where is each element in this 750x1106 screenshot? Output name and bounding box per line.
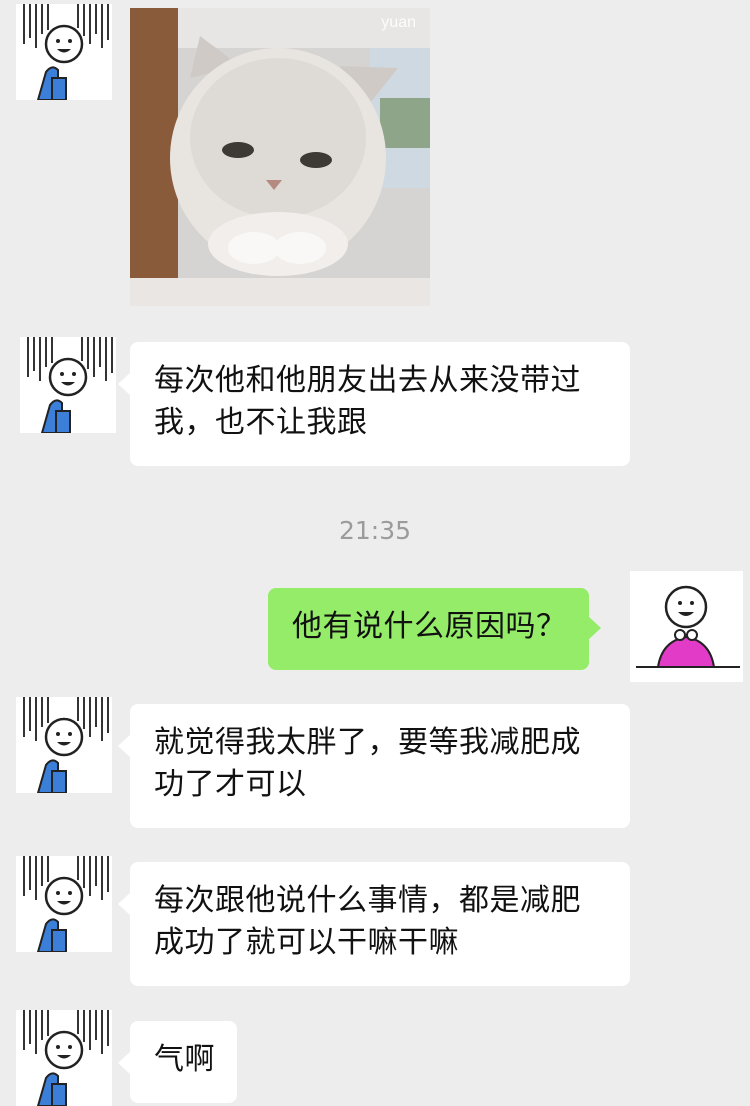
photo-watermark: yuan [381, 14, 416, 31]
stick-figure-avatar-icon [23, 4, 109, 100]
message-timestamp: 21:35 [338, 516, 412, 545]
message-bubble[interactable]: 每次他和他朋友出去从来没带过我，也不让我跟 [118, 342, 630, 466]
message-bubble[interactable]: 每次跟他说什么事情，都是减肥成功了就可以干嘛干嘛 [118, 862, 630, 986]
message-bubble[interactable]: 气啊 [118, 1021, 237, 1103]
contact-avatar[interactable] [16, 856, 112, 952]
stick-figure-avatar-icon [23, 856, 109, 952]
stick-figure-avatar-icon [23, 1010, 109, 1106]
contact-avatar[interactable] [16, 697, 112, 793]
cat-photo-message[interactable]: yuan [130, 8, 430, 306]
stick-figure-avatar-icon [23, 697, 109, 793]
contact-avatar[interactable] [16, 1010, 112, 1106]
message-text: 气啊 [154, 1042, 215, 1077]
cat-photo-image [130, 8, 430, 306]
message-text: 每次他和他朋友出去从来没带过我，也不让我跟 [154, 363, 581, 440]
contact-avatar[interactable] [20, 337, 116, 433]
stick-figure-pink-avatar-icon [630, 571, 743, 682]
contact-avatar[interactable] [16, 4, 112, 100]
own-avatar[interactable] [630, 571, 743, 682]
stick-figure-avatar-icon [27, 337, 113, 433]
message-text: 就觉得我太胖了，要等我减肥成功了才可以 [154, 725, 581, 802]
message-bubble[interactable]: 就觉得我太胖了，要等我减肥成功了才可以 [118, 704, 630, 828]
own-message-bubble[interactable]: 他有说什么原因吗？ [268, 588, 600, 670]
message-text: 他有说什么原因吗？ [292, 609, 567, 644]
message-text: 每次跟他说什么事情，都是减肥成功了就可以干嘛干嘛 [154, 883, 581, 960]
